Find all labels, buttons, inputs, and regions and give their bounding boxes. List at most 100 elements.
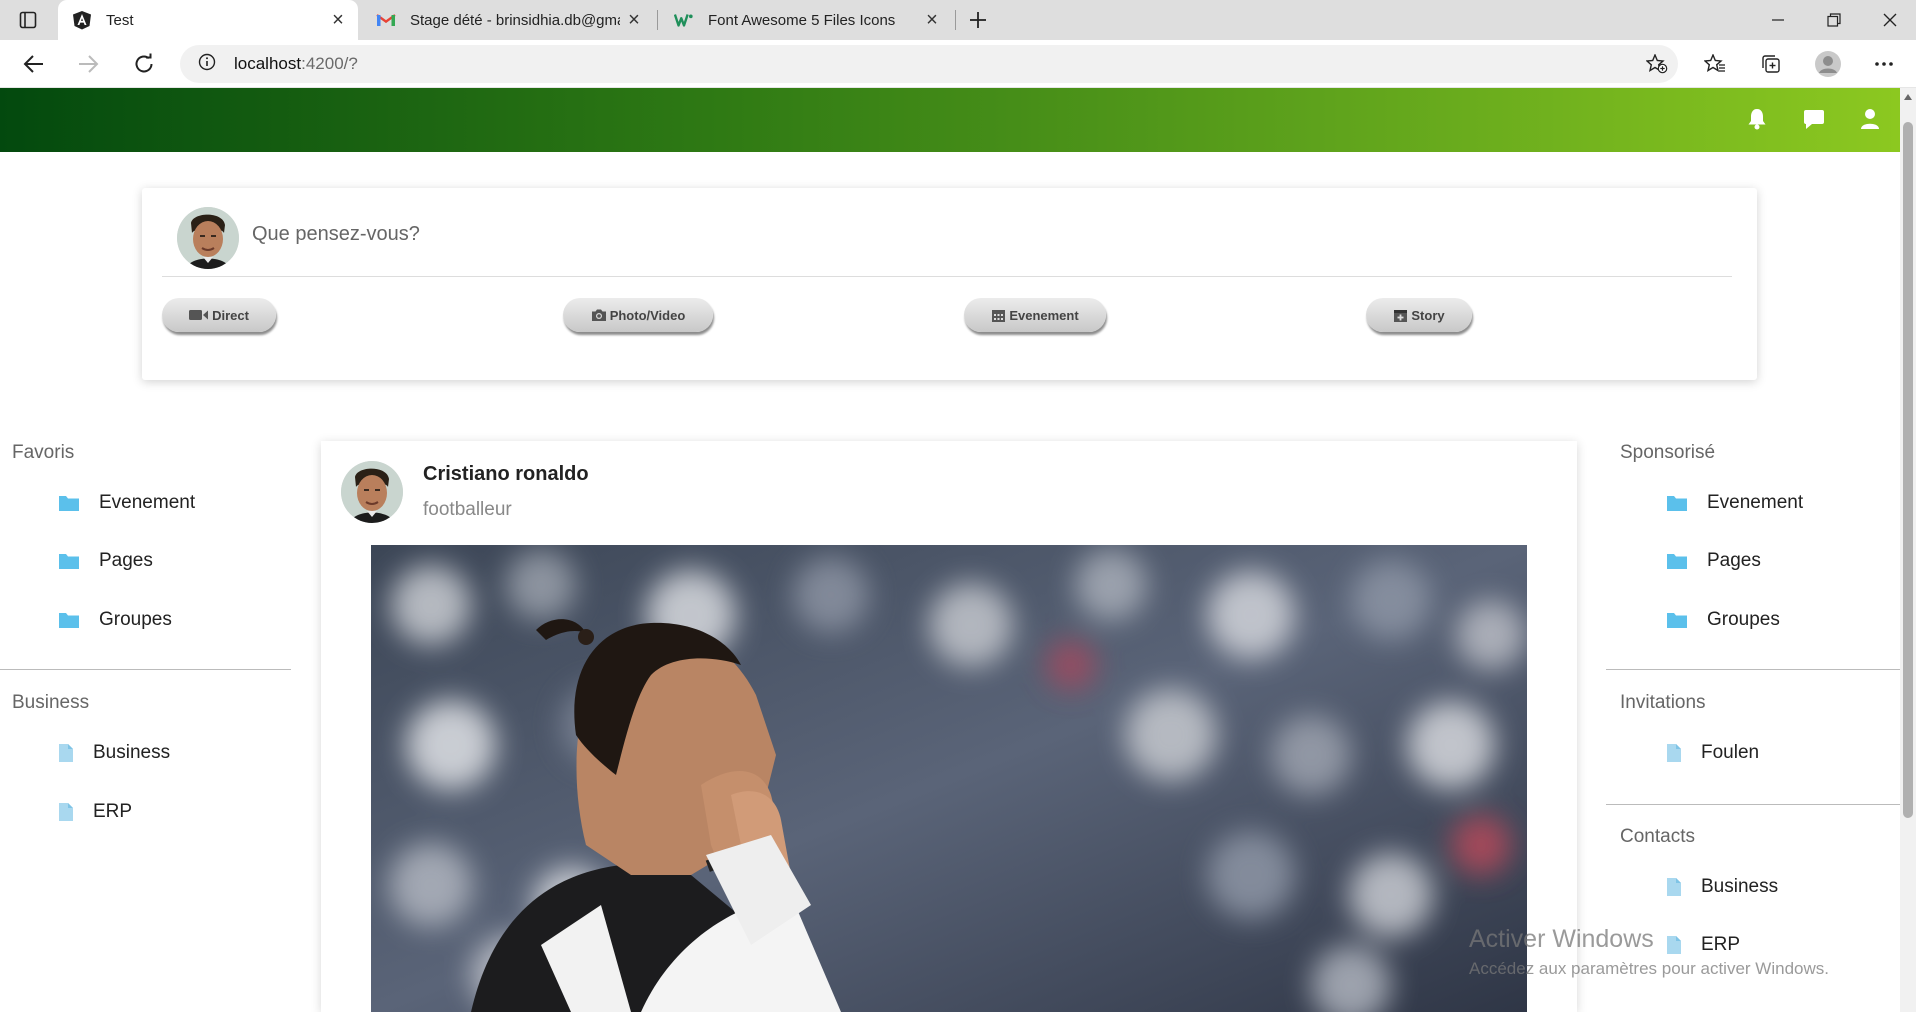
new-tab-button[interactable]	[962, 4, 994, 36]
sidebar-item-label: ERP	[93, 801, 133, 822]
tab-separator	[955, 10, 956, 30]
sidebar-divider	[1606, 669, 1900, 670]
tab-gmail[interactable]: Stage dété - brinsidhia.db@gma ×	[362, 0, 654, 40]
close-tab-icon[interactable]: ×	[324, 6, 352, 34]
avatar	[177, 207, 239, 269]
sidebar-divider	[0, 669, 291, 670]
post-card: Cristiano ronaldo footballeur	[321, 441, 1577, 1012]
bell-icon[interactable]	[1744, 106, 1770, 132]
refresh-button[interactable]	[126, 46, 162, 82]
angular-icon	[72, 10, 92, 30]
sidebar-item-groupes[interactable]: Groupes	[1666, 609, 1780, 631]
scroll-up-arrow-icon[interactable]	[1904, 94, 1912, 100]
sidebar-item-business[interactable]: Business	[1666, 876, 1778, 898]
back-button[interactable]	[16, 46, 52, 82]
evenement-label: Evenement	[1009, 307, 1079, 323]
close-tab-icon[interactable]: ×	[918, 6, 946, 34]
tab-title: Test	[106, 11, 134, 29]
activation-watermark-subtitle: Accédez aux paramètres pour activer Wind…	[1469, 959, 1829, 978]
sidebar-item-evenement[interactable]: Evenement	[58, 492, 195, 514]
composer-input[interactable]: Que pensez-vous?	[252, 223, 420, 246]
post-author-name[interactable]: Cristiano ronaldo	[423, 463, 589, 486]
browser-tab-bar: Test × Stage dété - brinsidhia.db@gma × …	[0, 0, 1916, 40]
sidebar-item-label: Foulen	[1701, 742, 1760, 763]
video-icon	[189, 310, 209, 320]
sidebar-item-label: Business	[1701, 876, 1779, 897]
w-icon	[674, 10, 694, 30]
favorites-icon[interactable]	[1697, 46, 1733, 82]
story-button[interactable]: Story	[1366, 298, 1472, 332]
folder-icon	[58, 494, 80, 512]
forward-button[interactable]	[70, 46, 106, 82]
tab-actions-icon[interactable]	[16, 8, 40, 32]
file-icon	[58, 743, 74, 763]
sidebar-item-label: Evenement	[1707, 492, 1804, 513]
sidebar-item-evenement[interactable]: Evenement	[1666, 492, 1803, 514]
avatar[interactable]	[341, 461, 403, 523]
collections-icon[interactable]	[1753, 46, 1789, 82]
divider	[162, 276, 1732, 277]
folder-icon	[58, 552, 80, 570]
restore-button[interactable]	[1806, 0, 1862, 40]
folder-icon	[1666, 494, 1688, 512]
post-composer: Que pensez-vous? Direct Photo/Video Even…	[142, 188, 1757, 380]
sidebar-item-label: Evenement	[99, 492, 196, 513]
file-icon	[58, 802, 74, 822]
story-label: Story	[1411, 307, 1445, 323]
folder-icon	[58, 611, 80, 629]
sponsorise-heading: Sponsorisé	[1620, 442, 1716, 463]
post-image[interactable]	[371, 545, 1527, 1012]
sidebar-item-label: Groupes	[1707, 609, 1780, 630]
file-icon	[1666, 743, 1682, 763]
sidebar-item-erp[interactable]: ERP	[58, 801, 132, 823]
folder-icon	[1666, 611, 1688, 629]
close-window-button[interactable]	[1862, 0, 1916, 40]
sidebar-item-label: Pages	[99, 550, 153, 571]
contacts-heading: Contacts	[1620, 826, 1695, 847]
calendar-icon	[992, 309, 1006, 322]
sidebar-item-label: Pages	[1707, 550, 1761, 571]
message-icon[interactable]	[1801, 106, 1827, 132]
site-info-icon[interactable]	[198, 53, 216, 76]
page-scrollbar[interactable]	[1900, 88, 1916, 1012]
more-icon[interactable]	[1866, 46, 1902, 82]
minimize-button[interactable]	[1750, 0, 1806, 40]
add-favorite-icon[interactable]	[1645, 53, 1668, 79]
post-author-role: footballeur	[423, 499, 512, 520]
file-icon	[1666, 877, 1682, 897]
camera-icon	[591, 309, 606, 321]
tab-title: Stage dété - brinsidhia.db@gma	[410, 11, 620, 29]
evenement-button[interactable]: Evenement	[964, 298, 1106, 332]
file-icon	[1666, 935, 1682, 955]
sidebar-item-foulen[interactable]: Foulen	[1666, 742, 1759, 764]
favoris-heading: Favoris	[12, 442, 75, 463]
tab-title: Font Awesome 5 Files Icons	[708, 11, 896, 29]
url-field[interactable]: localhost:4200/?	[180, 45, 1678, 83]
sidebar-divider	[1606, 804, 1900, 805]
close-tab-icon[interactable]: ×	[620, 6, 648, 34]
url-host: localhost	[234, 54, 302, 73]
sidebar-item-erp[interactable]: ERP	[1666, 934, 1740, 956]
activation-watermark-title: Activer Windows	[1469, 925, 1654, 953]
tab-font-awesome[interactable]: Font Awesome 5 Files Icons ×	[660, 0, 952, 40]
profile-avatar[interactable]	[1810, 46, 1846, 82]
photo-video-button[interactable]: Photo/Video	[563, 298, 713, 332]
address-toolbar: localhost:4200/?	[0, 40, 1916, 88]
sidebar-item-pages[interactable]: Pages	[1666, 550, 1761, 572]
sidebar-item-pages[interactable]: Pages	[58, 550, 153, 572]
sidebar-item-label: ERP	[1701, 934, 1741, 955]
sidebar-item-label: Groupes	[99, 609, 172, 630]
tab-test[interactable]: Test ×	[58, 0, 358, 40]
user-icon[interactable]	[1857, 106, 1883, 132]
url-path: :4200/?	[301, 54, 358, 73]
tab-separator	[657, 10, 658, 30]
sidebar-item-groupes[interactable]: Groupes	[58, 609, 172, 631]
sidebar-item-business[interactable]: Business	[58, 742, 170, 764]
direct-button[interactable]: Direct	[162, 298, 276, 332]
app-header	[0, 88, 1900, 152]
photo-video-label: Photo/Video	[609, 307, 686, 323]
scrollbar-thumb[interactable]	[1903, 122, 1913, 818]
business-heading: Business	[12, 692, 90, 713]
direct-label: Direct	[212, 307, 249, 323]
calendar-plus-icon	[1394, 309, 1408, 322]
